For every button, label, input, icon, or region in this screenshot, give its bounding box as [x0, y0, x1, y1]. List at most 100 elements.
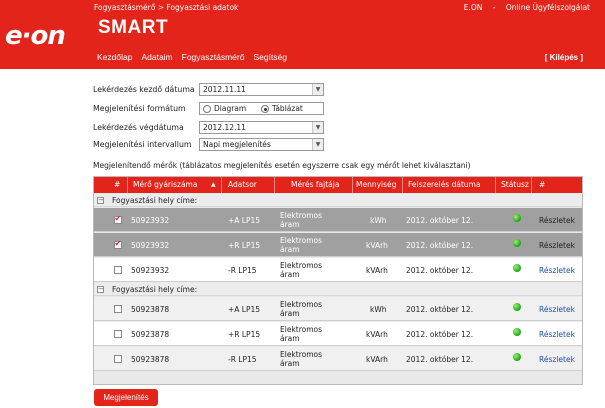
unit-cell: kVArh: [366, 330, 388, 339]
row-checkbox[interactable]: [114, 266, 122, 274]
date-cell: 2012. október 12.: [406, 266, 474, 275]
serial-cell: 50923932: [131, 216, 170, 225]
details-link[interactable]: Részletek: [539, 355, 575, 364]
status-ok-icon: [513, 328, 521, 336]
display-button[interactable]: Megjelenítés: [94, 389, 158, 406]
breadcrumb: Fogyasztásmérő > Fogyasztási adatok: [94, 3, 238, 12]
eon-link[interactable]: E.ON: [464, 3, 483, 12]
chevron-down-icon[interactable]: ▼: [312, 139, 323, 150]
group-header[interactable]: − Fogyasztási hely címe:: [94, 283, 582, 296]
group-label: Fogyasztási hely címe:: [112, 196, 198, 205]
table-row[interactable]: 50923878 -R LP15 Elektromos áram kVArh 2…: [94, 347, 582, 371]
table-row[interactable]: 50923932 +R LP15 Elektromos áram kVArh 2…: [94, 233, 582, 257]
interval-select[interactable]: Napi megjelenítés ▼: [199, 138, 324, 151]
details-link[interactable]: Részletek: [539, 266, 575, 275]
status-ok-icon: [513, 353, 521, 361]
sort-up-icon[interactable]: ▲: [211, 181, 216, 188]
unit-cell: kWh: [370, 305, 387, 314]
nav-meter[interactable]: Fogyasztásmérő: [182, 52, 245, 62]
logout-link[interactable]: [ Kilépés ]: [545, 53, 583, 62]
collapse-icon[interactable]: −: [97, 286, 104, 293]
type-cell: Elektromos áram: [280, 236, 323, 254]
header-divider: [127, 177, 128, 193]
eon-logo-text: e·on: [5, 21, 65, 50]
nav-my-data[interactable]: Adataim: [141, 52, 172, 62]
col-serial[interactable]: Mérő gyáriszáma: [133, 180, 197, 189]
row-checkbox[interactable]: [114, 239, 122, 249]
type-cell: Elektromos áram: [280, 350, 323, 368]
format-radio-group: Diagram Táblázat: [199, 102, 324, 115]
interval-row: Megjelenítési intervallum Napi megjelení…: [93, 138, 333, 152]
table-row[interactable]: 50923932 +A LP15 Elektromos áram kWh 201…: [94, 208, 582, 232]
format-diagram-label[interactable]: Diagram: [214, 104, 246, 113]
collapse-icon[interactable]: −: [97, 197, 104, 204]
start-date-row: Lekérdezés kezdő dátuma 2012.11.11 ▼: [93, 83, 333, 97]
end-date-value: 2012.12.11: [203, 123, 246, 132]
table-row[interactable]: 50923932 -R LP15 Elektromos áram kVArh 2…: [94, 258, 582, 282]
date-cell: 2012. október 12.: [406, 216, 474, 225]
table-header: # Mérő gyáriszáma ▲ Adatsor Mérés fajtáj…: [94, 177, 582, 193]
start-date-label: Lekérdezés kezdő dátuma: [93, 85, 195, 94]
nav-home[interactable]: Kezdőlap: [97, 52, 132, 62]
table-row[interactable]: 50923878 +R LP15 Elektromos áram kVArh 2…: [94, 322, 582, 346]
customer-service-link[interactable]: Online Ügyfélszolgálat: [506, 3, 590, 12]
chevron-down-icon[interactable]: ▼: [312, 122, 323, 133]
row-checkbox[interactable]: [114, 214, 122, 224]
type-cell: Elektromos áram: [280, 325, 323, 343]
details-link[interactable]: Részletek: [539, 330, 575, 339]
group-header[interactable]: − Fogyasztási hely címe:: [94, 194, 582, 207]
format-row: Megjelenítési formátum Diagram Táblázat: [93, 102, 333, 116]
unit-cell: kWh: [370, 216, 387, 225]
breadcrumb-current: Fogyasztási adatok: [166, 3, 239, 12]
date-cell: 2012. október 12.: [406, 355, 474, 364]
breadcrumb-meter-link[interactable]: Fogyasztásmérő: [94, 3, 155, 12]
start-date-select[interactable]: 2012.11.11 ▼: [199, 83, 324, 96]
group-label: Fogyasztási hely címe:: [112, 285, 198, 294]
col-install-date[interactable]: Felszerelés dátuma: [408, 180, 481, 189]
col-status[interactable]: Státusz: [501, 180, 529, 189]
unit-cell: kVArh: [366, 241, 388, 250]
header-divider: [495, 177, 496, 193]
eon-logo[interactable]: e·on: [4, 20, 82, 50]
header-divider: [352, 177, 353, 193]
series-cell: +R LP15: [228, 241, 261, 250]
header-bar: Fogyasztásmérő > Fogyasztási adatok E.ON…: [0, 0, 605, 69]
series-cell: +A LP15: [228, 305, 261, 314]
serial-cell: 50923878: [131, 355, 170, 364]
serial-cell: 50923932: [131, 241, 170, 250]
breadcrumb-separator: >: [157, 3, 164, 12]
row-checkbox[interactable]: [114, 355, 122, 363]
row-checkbox[interactable]: [114, 330, 122, 338]
format-table-radio[interactable]: [261, 105, 269, 113]
format-label: Megjelenítési formátum: [93, 104, 186, 113]
col-actions: #: [539, 180, 546, 189]
format-diagram-radio[interactable]: [203, 105, 211, 113]
table-row[interactable]: 50923878 +A LP15 Elektromos áram kWh 201…: [94, 297, 582, 321]
meters-note: Megjelenítendő mérők (táblázatos megjele…: [93, 161, 471, 170]
row-checkbox[interactable]: [114, 305, 122, 313]
type-cell: Elektromos áram: [280, 261, 323, 279]
type-cell: Elektromos áram: [280, 300, 323, 318]
status-ok-icon: [513, 303, 521, 311]
main-nav: Kezdőlap Adataim Fogyasztásmérő Segítség: [97, 52, 287, 62]
serial-cell: 50923878: [131, 330, 170, 339]
chevron-down-icon[interactable]: ▼: [312, 84, 323, 95]
header-divider: [402, 177, 403, 193]
format-table-label[interactable]: Táblázat: [272, 104, 303, 113]
end-date-select[interactable]: 2012.12.11 ▼: [199, 121, 324, 134]
status-ok-icon: [513, 264, 521, 272]
col-series[interactable]: Adatsor: [228, 180, 257, 189]
details-link[interactable]: Részletek: [539, 241, 575, 250]
end-date-label: Lekérdezés végdátuma: [93, 123, 184, 132]
serial-cell: 50923932: [131, 266, 170, 275]
details-link[interactable]: Részletek: [539, 216, 575, 225]
date-cell: 2012. október 12.: [406, 305, 474, 314]
app-title: SMART: [98, 17, 169, 38]
col-unit[interactable]: Mennyiség: [356, 180, 396, 189]
status-ok-icon: [513, 214, 521, 222]
end-date-row: Lekérdezés végdátuma 2012.12.11 ▼: [93, 121, 333, 135]
serial-cell: 50923878: [131, 305, 170, 314]
col-measure-type[interactable]: Mérés fajtája: [291, 180, 339, 189]
details-link[interactable]: Részletek: [539, 305, 575, 314]
nav-help[interactable]: Segítség: [253, 52, 287, 62]
